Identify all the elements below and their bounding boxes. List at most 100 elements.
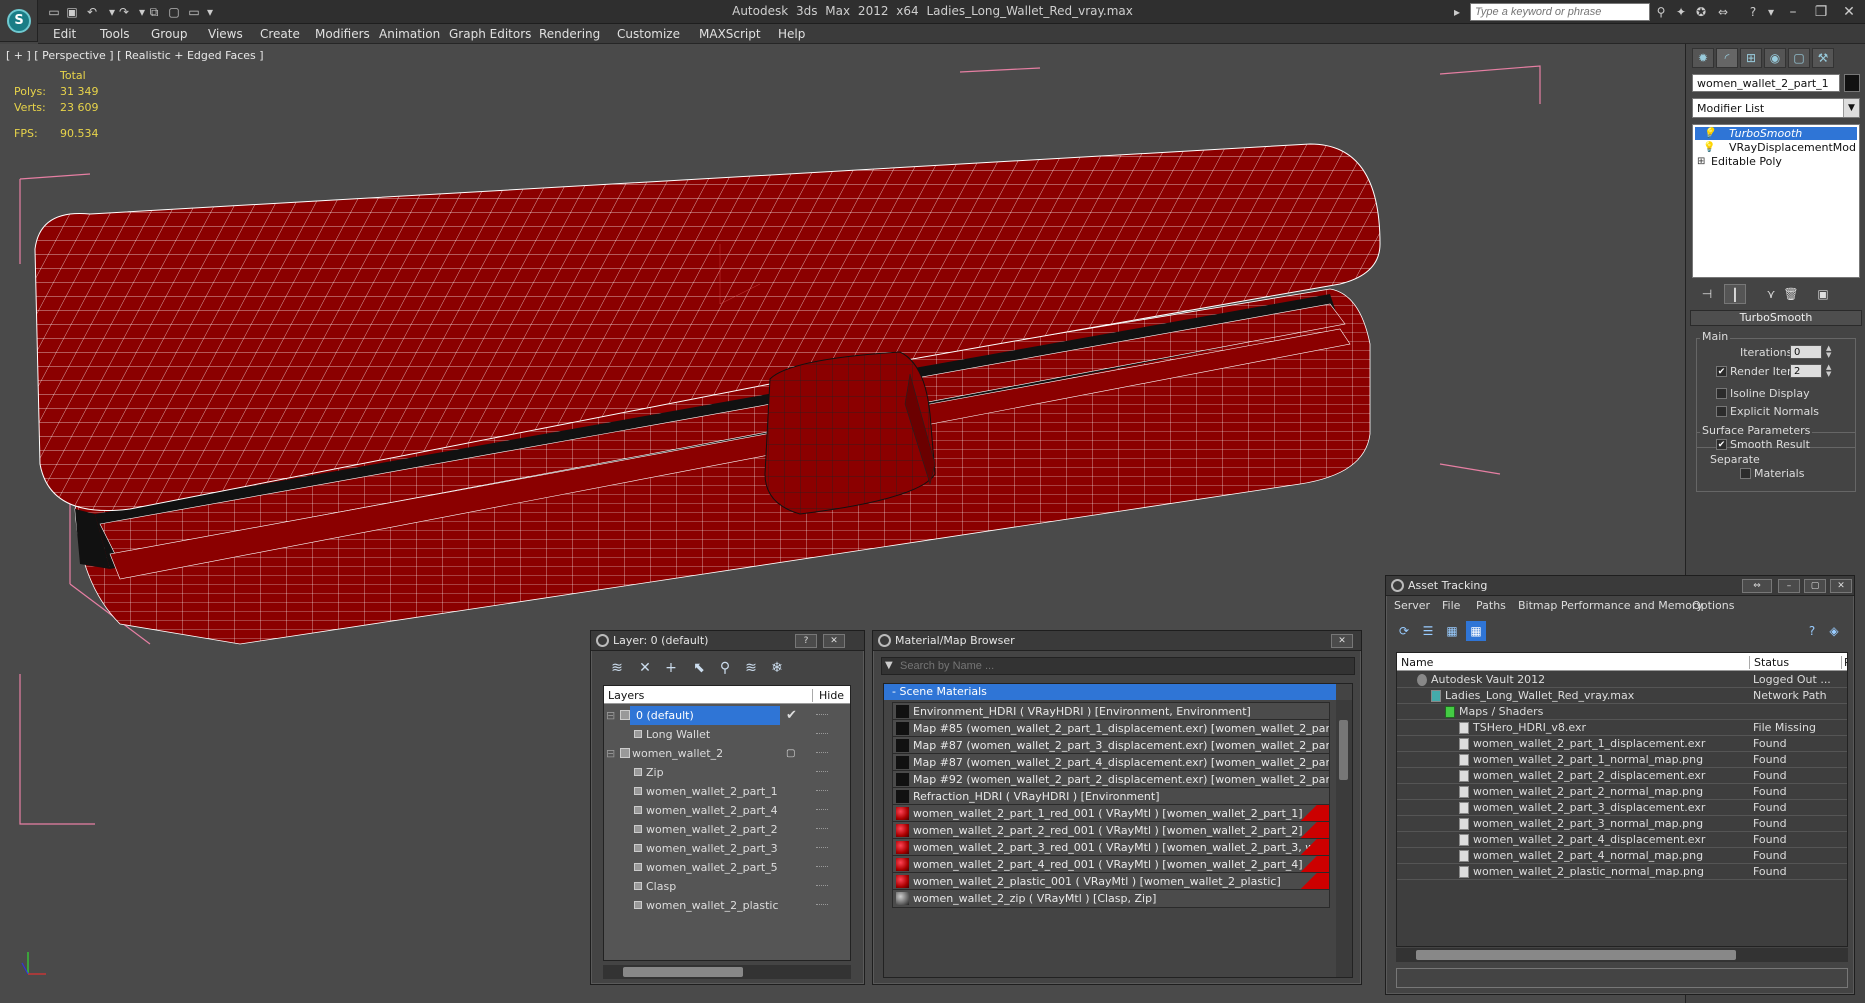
layer-row[interactable]: Zip <box>604 763 850 782</box>
explicit-normals-checkbox[interactable] <box>1716 406 1727 417</box>
active-layer-checkmark-icon[interactable]: ✔ <box>786 706 797 725</box>
layer-row[interactable]: ⊟ women_wallet_2 ▢ <box>604 744 850 763</box>
collapse-icon[interactable]: ⊟ <box>606 744 615 763</box>
show-end-result-icon[interactable]: ┃ <box>1724 284 1746 304</box>
pin-stack-icon[interactable]: ⊣ <box>1696 284 1718 304</box>
scrollbar-thumb[interactable] <box>1339 720 1348 780</box>
asset-window-titlebar[interactable]: Asset Tracking ⇔ – ▢ ✕ <box>1386 576 1854 596</box>
object-name[interactable]: Clasp <box>646 877 676 896</box>
hide-toggle[interactable] <box>816 771 828 774</box>
asset-row[interactable]: Maps / Shaders <box>1397 704 1847 720</box>
scene-materials-group[interactable]: - Scene Materials <box>884 684 1336 700</box>
object-name[interactable]: women_wallet_2_part_4 <box>646 801 778 820</box>
stack-item-turbosmooth[interactable]: 💡 TurboSmooth <box>1695 127 1857 140</box>
options-dropdown-icon[interactable]: ▼ <box>885 660 893 671</box>
hide-toggle[interactable] <box>816 752 828 755</box>
close-button[interactable]: ✕ <box>1834 2 1864 22</box>
menu-graph-editors[interactable]: Graph Editors <box>449 27 531 41</box>
asset-row[interactable]: women_wallet_2_part_2_normal_map.png Foun… <box>1397 784 1847 800</box>
search-expand-icon[interactable]: ▸ <box>1448 3 1466 21</box>
viewport-label[interactable]: [ + ] [ Perspective ] [ Realistic + Edge… <box>6 49 264 62</box>
minimize-button[interactable]: – <box>1778 2 1808 22</box>
layer-window-titlebar[interactable]: Layer: 0 (default) ? ✕ <box>591 631 864 651</box>
isoline-display-checkbox[interactable] <box>1716 388 1727 399</box>
layer-row[interactable]: Clasp <box>604 877 850 896</box>
close-button[interactable]: ✕ <box>1830 579 1852 593</box>
smooth-result-checkbox[interactable]: ✔ <box>1716 439 1727 450</box>
binoculars-icon[interactable]: ⚲ <box>1652 3 1670 21</box>
path-column-header[interactable]: P <box>1841 656 1847 669</box>
menu-rendering[interactable]: Rendering <box>539 27 600 41</box>
hide-toggle[interactable] <box>816 885 828 888</box>
menu-maxscript[interactable]: MAXScript <box>699 27 761 41</box>
layer-row[interactable]: Long Wallet <box>604 725 850 744</box>
layer-row[interactable]: women_wallet_2_part_1 <box>604 782 850 801</box>
asset-row[interactable]: women_wallet_2_part_1_displacement.exr Fo… <box>1397 736 1847 752</box>
asset-row[interactable]: Autodesk Vault 2012 Logged Out ... <box>1397 672 1847 688</box>
scrollbar-thumb[interactable] <box>623 967 743 977</box>
create-layer-icon[interactable]: ≋ <box>607 659 627 677</box>
asset-menu-server[interactable]: Server <box>1394 599 1430 612</box>
spinner-arrows-icon[interactable]: ▲ ▼ <box>1826 364 1832 378</box>
hide-toggle[interactable] <box>816 790 828 793</box>
object-name[interactable]: women_wallet_2_part_3 <box>646 839 778 858</box>
menu-customize[interactable]: Customize <box>617 27 680 41</box>
layer-row[interactable]: ⊟ 0 (default) ✔ <box>604 706 850 725</box>
name-column-header[interactable]: Name <box>1401 656 1433 669</box>
asset-menu-paths[interactable]: Paths <box>1476 599 1506 612</box>
material-search-input[interactable] <box>881 657 1355 675</box>
asset-row[interactable]: Ladies_Long_Wallet_Red_vray.max Network P… <box>1397 688 1847 704</box>
hide-toggle[interactable] <box>816 904 828 907</box>
lightbulb-icon[interactable]: 💡 <box>1703 141 1715 154</box>
asset-row[interactable]: women_wallet_2_part_1_normal_map.png Foun… <box>1397 752 1847 768</box>
layer-row[interactable]: women_wallet_2_part_5 <box>604 858 850 877</box>
modify-tab-icon[interactable]: ◜ <box>1716 48 1738 68</box>
menu-group[interactable]: Group <box>151 27 188 41</box>
make-unique-icon[interactable]: ⋎ <box>1760 284 1782 304</box>
refresh-icon[interactable]: ⟳ <box>1394 621 1414 641</box>
freeze-all-icon[interactable]: ❄ <box>767 659 787 677</box>
exchange-icon[interactable]: ⇔ <box>1714 3 1732 21</box>
minimize-button[interactable]: – <box>1778 579 1800 593</box>
select-objects-icon[interactable]: ⬉ <box>689 659 709 677</box>
lightbulb-icon[interactable]: 💡 <box>1703 127 1715 140</box>
menu-animation[interactable]: Animation <box>379 27 440 41</box>
highlight-selected-icon[interactable]: ⚲ <box>715 659 735 677</box>
expand-plus-icon[interactable]: ⊞ <box>1697 155 1705 168</box>
hide-toggle[interactable] <box>816 847 828 850</box>
menu-edit[interactable]: Edit <box>53 27 76 41</box>
layers-column-header[interactable]: Layers <box>608 689 644 702</box>
help-button[interactable]: ? <box>795 634 817 648</box>
configure-sets-icon[interactable]: ▣ <box>1812 284 1834 304</box>
menu-views[interactable]: Views <box>208 27 243 41</box>
layer-row[interactable]: women_wallet_2_plastic <box>604 896 850 915</box>
thumbnail-view-icon[interactable]: ▦ <box>1442 621 1462 641</box>
menu-help[interactable]: Help <box>778 27 805 41</box>
menu-create[interactable]: Create <box>260 27 300 41</box>
layer-row[interactable]: women_wallet_2_part_3 <box>604 839 850 858</box>
create-tab-icon[interactable]: ✹ <box>1692 48 1714 68</box>
add-to-layer-icon[interactable]: + <box>661 659 681 677</box>
hierarchy-tab-icon[interactable]: ⊞ <box>1740 48 1762 68</box>
display-tab-icon[interactable]: ▢ <box>1788 48 1810 68</box>
object-name[interactable]: Long Wallet <box>646 725 710 744</box>
spinner-arrows-icon[interactable]: ▲ ▼ <box>1826 345 1832 359</box>
list-view-icon[interactable]: ☰ <box>1418 621 1438 641</box>
asset-row[interactable]: women_wallet_2_part_4_normal_map.png Foun… <box>1397 848 1847 864</box>
collapse-icon[interactable]: ⊟ <box>606 706 615 725</box>
help-icon[interactable]: ? <box>1744 3 1762 21</box>
object-name[interactable]: Zip <box>646 763 664 782</box>
stack-item-editable-poly[interactable]: ⊞ Editable Poly <box>1695 155 1857 168</box>
menu-modifiers[interactable]: Modifiers <box>315 27 370 41</box>
layer-name[interactable]: women_wallet_2 <box>632 744 723 763</box>
asset-row[interactable]: women_wallet_2_part_2_displacement.exr Fo… <box>1397 768 1847 784</box>
object-color-swatch[interactable] <box>1844 74 1860 92</box>
modifier-list-dropdown[interactable]: Modifier List ▼ <box>1692 98 1860 118</box>
asset-row[interactable]: women_wallet_2_part_4_displacement.exr Fo… <box>1397 832 1847 848</box>
object-name[interactable]: women_wallet_2_plastic <box>646 896 779 915</box>
asset-row[interactable]: TSHero_HDRI_v8.exr File Missing <box>1397 720 1847 736</box>
utilities-tab-icon[interactable]: ⚒ <box>1812 48 1834 68</box>
object-name[interactable]: women_wallet_2_part_1 <box>646 782 778 801</box>
material-row[interactable]: women_wallet_2_zip ( VRayMtl ) [Clasp, Z… <box>892 889 1330 908</box>
scrollbar-thumb[interactable] <box>1416 950 1736 960</box>
